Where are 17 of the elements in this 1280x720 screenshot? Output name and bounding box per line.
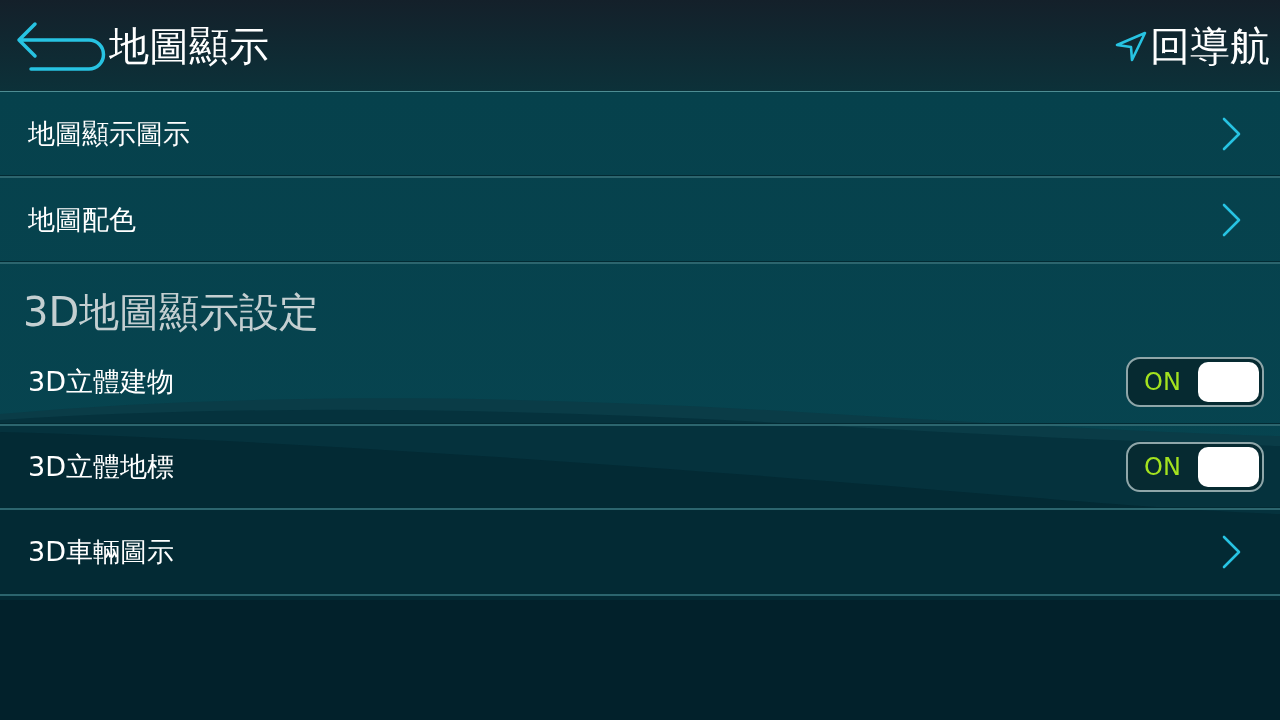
back-arrow-icon bbox=[16, 20, 106, 73]
chevron-right-icon bbox=[1222, 117, 1242, 151]
location-arrow-icon bbox=[1115, 31, 1147, 62]
toggle-switch[interactable]: ON bbox=[1126, 357, 1264, 407]
chevron-right-icon bbox=[1222, 203, 1242, 237]
settings-item[interactable]: 地圖顯示圖示 bbox=[0, 92, 1280, 178]
settings-item[interactable]: 地圖配色 bbox=[0, 178, 1280, 264]
navigation-button[interactable]: 回導航 bbox=[1115, 21, 1270, 70]
switch-knob bbox=[1198, 362, 1259, 402]
settings-item[interactable]: 3D車輛圖示 bbox=[0, 510, 1280, 596]
section-title: 3D地圖顯示設定 bbox=[22, 288, 321, 337]
toggle-switch[interactable]: ON bbox=[1126, 442, 1264, 492]
chevron-right-icon bbox=[1222, 535, 1242, 569]
setting-label: 3D立體建物 bbox=[28, 365, 174, 399]
switch-knob bbox=[1198, 447, 1259, 487]
page-title: 地圖顯示 bbox=[109, 21, 269, 70]
setting-label: 3D立體地標 bbox=[28, 450, 174, 484]
